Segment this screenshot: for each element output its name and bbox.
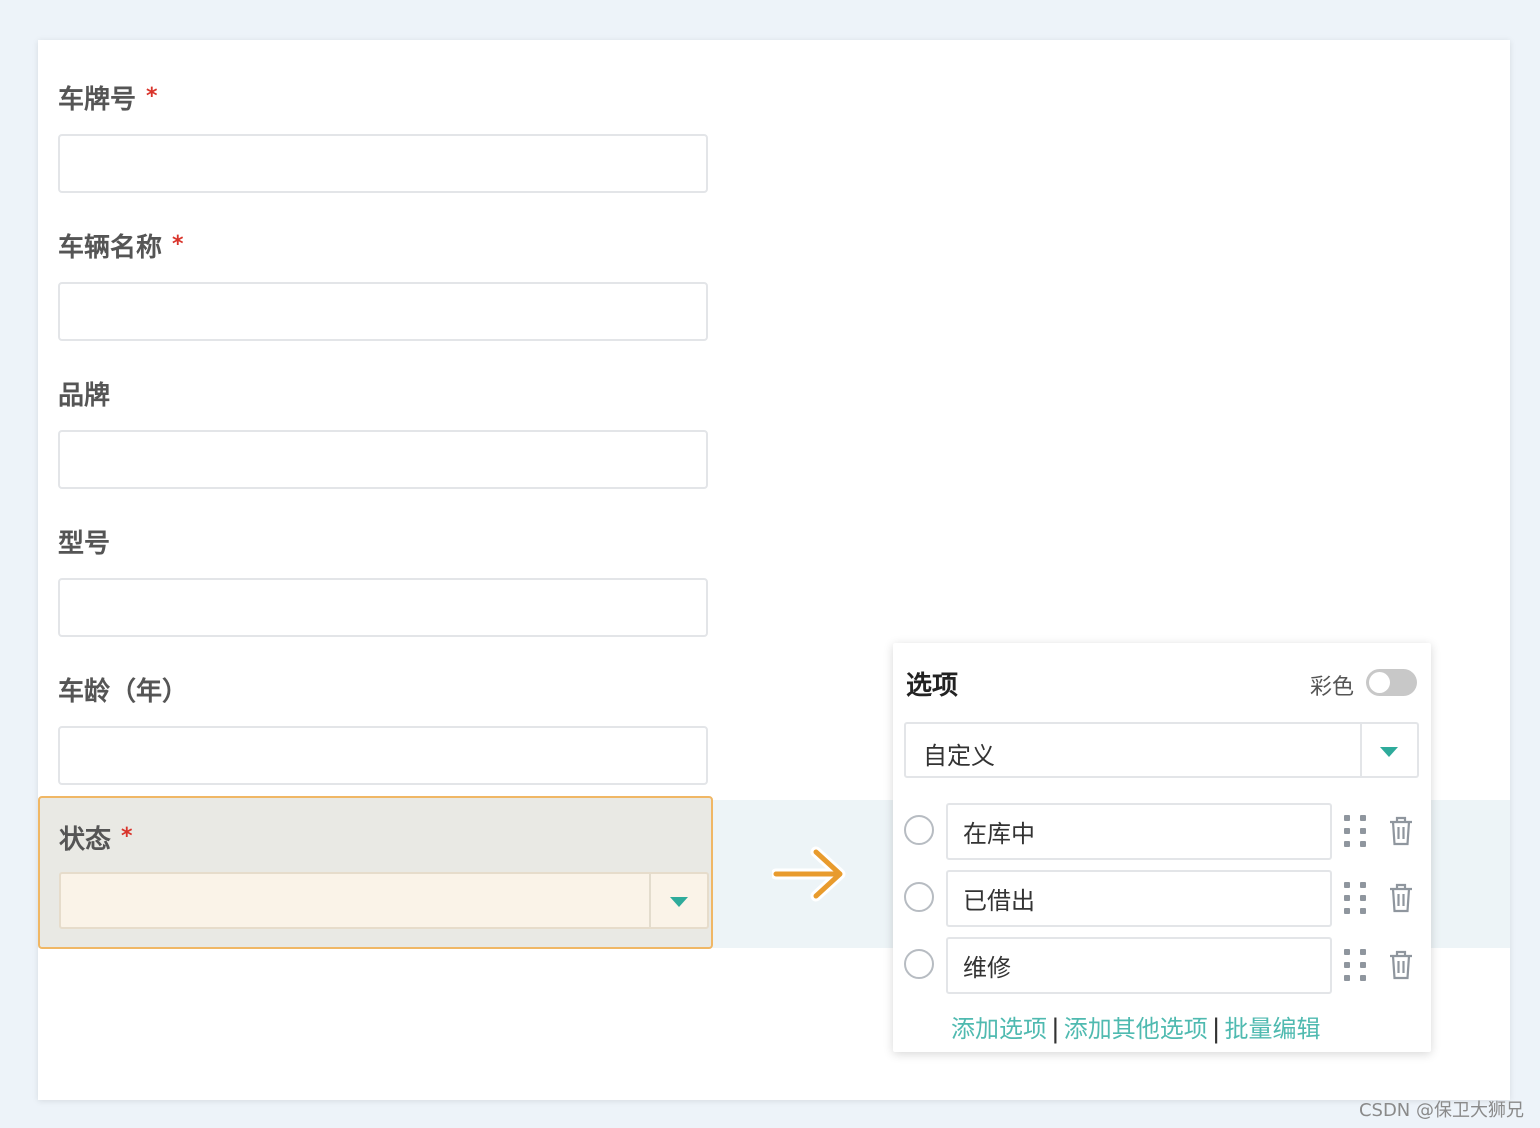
field-label: 型号	[58, 529, 111, 559]
required-mark: *	[172, 232, 184, 257]
watermark: CSDN @保卫大狮兄	[1358, 1100, 1524, 1121]
trash-icon[interactable]	[1389, 950, 1413, 980]
field-label: 车牌号 *	[58, 84, 158, 115]
select-divider	[649, 874, 651, 927]
drag-handle-icon[interactable]	[1344, 815, 1368, 848]
model-input[interactable]	[58, 578, 708, 637]
field-plate-number: 车牌号 *	[58, 80, 708, 193]
option-radio[interactable]	[904, 815, 934, 845]
trash-icon[interactable]	[1389, 883, 1413, 913]
option-radio[interactable]	[904, 949, 934, 979]
status-field[interactable]: 状态 *	[38, 796, 713, 949]
drag-handle-icon[interactable]	[1344, 949, 1368, 982]
color-label: 彩色	[1310, 675, 1355, 700]
chevron-down-icon[interactable]	[670, 897, 688, 907]
drag-handle-icon[interactable]	[1344, 882, 1368, 915]
field-vehicle-age: 车龄（年）	[58, 672, 708, 785]
option-actions: 添加选项 | 添加其他选项 | 批量编辑	[951, 1009, 1321, 1044]
color-toggle[interactable]	[1366, 669, 1417, 696]
required-mark: *	[146, 84, 158, 109]
option-input[interactable]	[946, 937, 1332, 994]
option-input[interactable]	[946, 803, 1332, 860]
vehicle-age-input[interactable]	[58, 726, 708, 785]
add-option-link[interactable]: 添加选项	[951, 1015, 1047, 1043]
batch-edit-link[interactable]: 批量编辑	[1225, 1015, 1321, 1043]
field-label: 状态 *	[59, 824, 133, 855]
option-row	[903, 937, 1423, 994]
status-select[interactable]	[59, 872, 709, 929]
field-label: 品牌	[58, 381, 111, 411]
field-label: 车龄（年）	[58, 677, 189, 707]
form-card: 车牌号 * 车辆名称 * 品牌 型号 车龄（年） 状态 * 选项 彩色 自定义 …	[38, 40, 1510, 1100]
panel-title: 选项	[906, 671, 959, 701]
add-other-option-link[interactable]: 添加其他选项	[1064, 1015, 1208, 1043]
option-type-select[interactable]: 自定义	[904, 722, 1419, 778]
option-row	[903, 803, 1423, 860]
option-type-value: 自定义	[923, 742, 995, 770]
vehicle-name-input[interactable]	[58, 282, 708, 341]
right-arrow-icon	[772, 846, 846, 902]
trash-icon[interactable]	[1389, 816, 1413, 846]
chevron-down-icon[interactable]	[1380, 747, 1398, 757]
toggle-knob	[1369, 672, 1390, 693]
field-vehicle-name: 车辆名称 *	[58, 228, 708, 341]
select-divider	[1360, 724, 1362, 776]
required-mark: *	[121, 824, 133, 849]
field-model: 型号	[58, 524, 708, 637]
field-brand: 品牌	[58, 376, 708, 489]
separator: |	[1211, 1014, 1221, 1044]
brand-input[interactable]	[58, 430, 708, 489]
field-label: 车辆名称 *	[58, 232, 184, 263]
option-input[interactable]	[946, 870, 1332, 927]
option-radio[interactable]	[904, 882, 934, 912]
plate-number-input[interactable]	[58, 134, 708, 193]
options-panel: 选项 彩色 自定义 在库中 已借出 维修 添加选项 | 添加其他选项 | 批量编…	[893, 643, 1431, 1052]
option-row	[903, 870, 1423, 927]
separator: |	[1051, 1014, 1060, 1044]
